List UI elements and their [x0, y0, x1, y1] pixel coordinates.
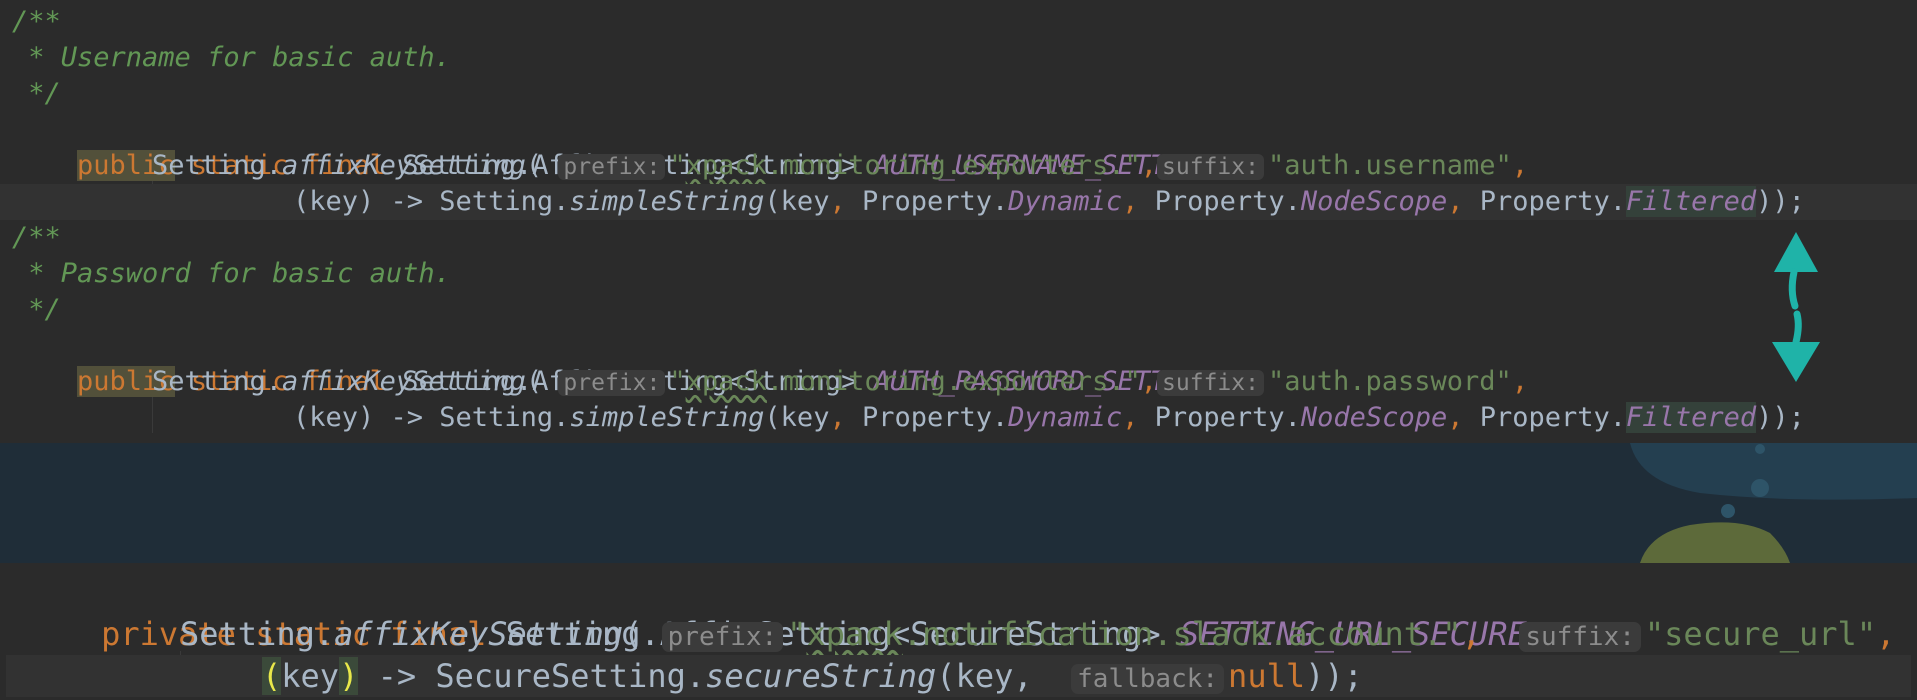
lambda-lhs: (key) -> Setting. — [293, 402, 570, 433]
call-object: Setting. — [152, 150, 283, 181]
comment-close: */ — [12, 78, 61, 109]
prefix-string: "xpack.notification.slack.account." — [787, 615, 1462, 653]
lambda-username[interactable]: (key) -> Setting.simpleString(key, Prope… — [0, 184, 1917, 220]
lambda-secure-url[interactable]: (key) -> SecureSetting.secureString(key,… — [6, 655, 1911, 697]
method-name: affixKeySetting — [282, 150, 526, 181]
sep: , — [829, 186, 862, 217]
method-name: simpleString — [569, 402, 765, 433]
declaration-password[interactable]: public static final Setting.AffixSetting… — [12, 328, 1248, 397]
line-end: , — [1876, 615, 1896, 653]
prefix-string: "xpack.monitoring.exporters." — [669, 366, 1141, 397]
editor-bottom-panel: private static final Setting.AffixSettin… — [0, 563, 1917, 697]
open-paren: ( — [623, 615, 643, 653]
property-filtered: Filtered — [1626, 402, 1757, 433]
indent-guide — [152, 397, 153, 433]
lambda-lhs: (key) -> Setting. — [293, 186, 570, 217]
lambda-password[interactable]: (key) -> Setting.simpleString(key, Prope… — [293, 400, 1805, 436]
param-hint-suffix: suffix: — [1157, 370, 1264, 396]
suffix-string: "auth.username" — [1267, 150, 1512, 181]
affix-call-secure-url[interactable]: Setting.affixKeySetting( prefix: "xpack.n… — [180, 613, 1895, 655]
suffix-string: "secure_url" — [1644, 615, 1877, 653]
affix-call-username[interactable]: Setting.affixKeySetting( prefix: "xpack.m… — [152, 148, 1528, 184]
sep: , — [1447, 186, 1480, 217]
prop-ref: Property. — [1479, 186, 1627, 217]
call-object: Setting. — [180, 615, 335, 653]
double-arrow-icon — [1772, 232, 1820, 382]
comment-password: * Password for basic auth. — [12, 258, 451, 289]
line-end: )); — [1756, 402, 1805, 433]
comment-open: /** — [12, 222, 61, 253]
affix-call-password[interactable]: Setting.affixKeySetting( prefix: "xpack.m… — [152, 364, 1528, 400]
line-end: )); — [1756, 186, 1805, 217]
prop-ref: Property. — [1154, 186, 1301, 217]
param-hint-fallback: fallback: — [1071, 664, 1225, 694]
declaration-username[interactable]: public static final Setting.AffixSetting… — [12, 112, 1248, 181]
method-name: affixKeySetting — [334, 615, 624, 653]
comment-open: /** — [12, 6, 61, 37]
editor-top-panel: /** * Username for basic auth. */ public… — [0, 0, 1917, 443]
open-paren: ( — [525, 366, 543, 397]
prefix-string: "xpack.monitoring.exporters." — [669, 150, 1141, 181]
comment-close: */ — [12, 294, 61, 325]
comma: , — [1461, 615, 1481, 653]
comma: , — [1140, 366, 1158, 397]
call-object: Setting. — [152, 366, 283, 397]
sep: , — [1122, 186, 1155, 217]
prop-ref: Property. — [1154, 402, 1301, 433]
line-end: , — [1511, 150, 1529, 181]
paren-close-highlight: ) — [339, 657, 359, 695]
args: (key — [764, 402, 830, 433]
window-gap-background — [0, 443, 1917, 563]
background-decoration — [1630, 443, 1917, 563]
property-nodescope: NodeScope — [1300, 402, 1448, 433]
suffix-string: "auth.password" — [1267, 366, 1512, 397]
property-dynamic: Dynamic — [1008, 402, 1123, 433]
typo-squiggle: xpack — [806, 615, 903, 653]
null-literal: null — [1228, 657, 1306, 695]
property-filtered: Filtered — [1626, 186, 1757, 217]
sep: , — [829, 402, 862, 433]
param-hint-prefix: prefix: — [558, 154, 666, 180]
args: (key, — [936, 657, 1052, 695]
param-hint-suffix: suffix: — [1519, 622, 1641, 652]
param-hint-suffix: suffix: — [1157, 154, 1264, 180]
comma: , — [1140, 150, 1158, 181]
typo-squiggle: xpack — [685, 366, 767, 397]
sep: , — [1122, 402, 1155, 433]
lambda-param: key — [281, 657, 340, 695]
property-dynamic: Dynamic — [1008, 186, 1123, 217]
lambda-arrow: -> SecureSetting. — [358, 657, 706, 695]
declaration-secure-url[interactable]: private static final Setting.AffixSettin… — [24, 571, 1565, 653]
sep: , — [1447, 402, 1480, 433]
open-paren: ( — [525, 150, 543, 181]
param-hint-prefix: prefix: — [661, 622, 784, 652]
prop-ref: Property. — [1479, 402, 1627, 433]
method-name: affixKeySetting — [282, 366, 526, 397]
method-name: secureString — [705, 657, 937, 695]
line-end: , — [1511, 366, 1529, 397]
prop-ref: Property. — [861, 186, 1009, 217]
typo-squiggle: xpack — [685, 150, 767, 181]
param-hint-prefix: prefix: — [558, 370, 666, 396]
comment-username: * Username for basic auth. — [12, 42, 451, 73]
args: (key — [764, 186, 830, 217]
method-name: simpleString — [569, 186, 765, 217]
line-end: )); — [1305, 657, 1363, 695]
paren-open-highlight: ( — [262, 657, 282, 695]
prop-ref: Property. — [861, 402, 1009, 433]
property-nodescope: NodeScope — [1300, 186, 1448, 217]
